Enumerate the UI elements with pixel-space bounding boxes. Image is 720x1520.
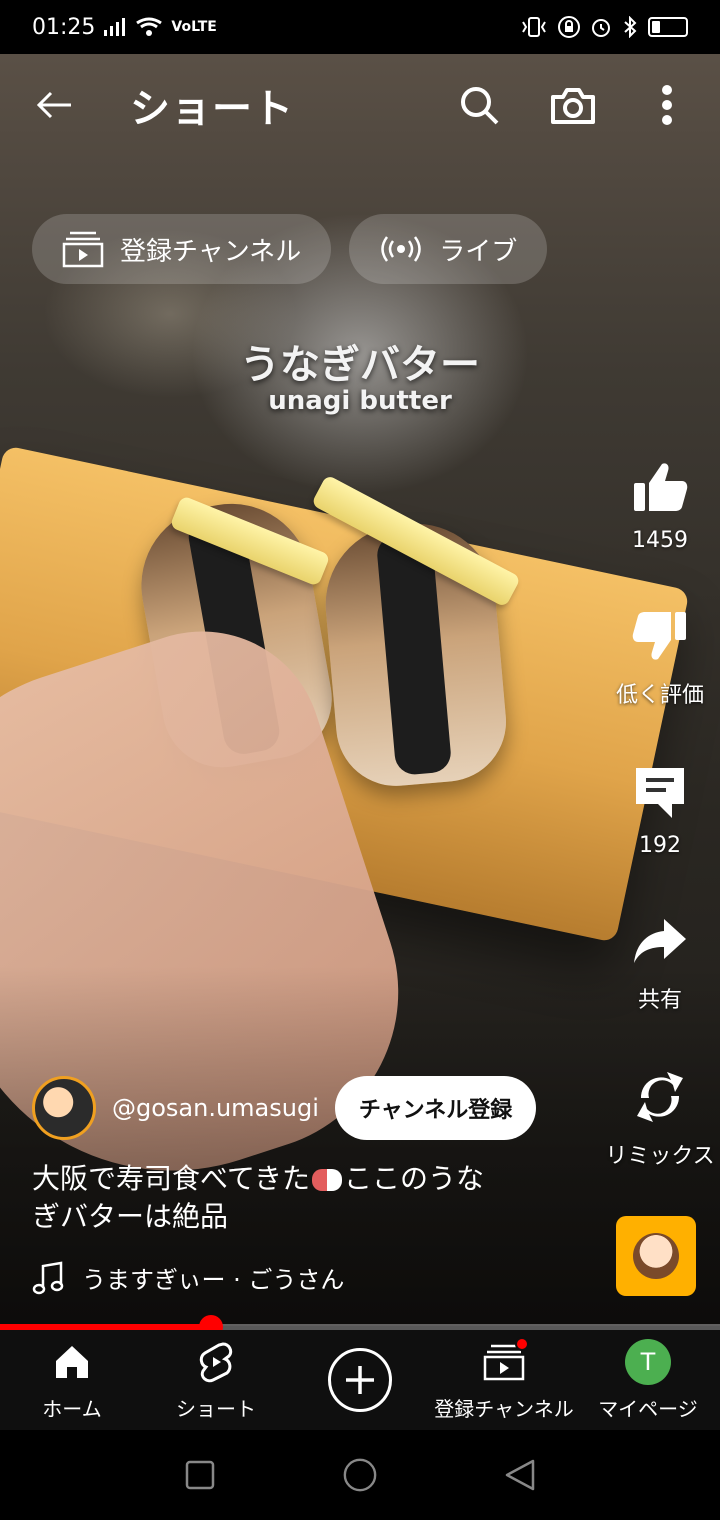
- nav-label: ショート: [176, 1396, 256, 1421]
- triangle-back-icon: [505, 1459, 535, 1491]
- chip-subscriptions[interactable]: 登録チャンネル: [32, 214, 332, 284]
- recents-button[interactable]: [182, 1457, 218, 1493]
- filter-chips: 登録チャンネル ライブ: [32, 214, 548, 284]
- top-actions: [456, 82, 690, 128]
- nav-subscriptions[interactable]: 登録チャンネル: [432, 1336, 576, 1422]
- channel-handle[interactable]: @gosan.umasugi: [112, 1094, 319, 1122]
- bottom-nav: ホーム ショート 登録チャンネル T マイページ: [0, 1330, 720, 1430]
- circle-icon: [343, 1458, 377, 1492]
- comment-count: 192: [639, 833, 681, 858]
- alarm-icon: [592, 19, 610, 37]
- share-icon: [629, 910, 691, 972]
- channel-avatar[interactable]: [32, 1076, 96, 1140]
- music-label: うますぎぃー · ごうさん: [82, 1266, 345, 1294]
- nav-create[interactable]: [288, 1348, 432, 1412]
- status-left: 01:25 VoLTE: [32, 15, 217, 40]
- music-note-icon: [32, 1261, 64, 1294]
- description-text-3: ぎバターは絶品: [32, 1200, 229, 1233]
- comment-icon: [629, 761, 691, 823]
- search-button[interactable]: [456, 82, 502, 128]
- nav-my-page[interactable]: T マイページ: [576, 1338, 720, 1422]
- avatar-icon: T: [625, 1338, 671, 1385]
- live-icon: [379, 234, 423, 264]
- create-icon: [328, 1348, 392, 1412]
- caption-en: unagi butter: [268, 386, 452, 416]
- share-label: 共有: [637, 988, 682, 1013]
- channel-row: @gosan.umasugi チャンネル登録: [32, 1076, 572, 1140]
- more-vert-icon: [662, 85, 672, 125]
- home-icon: [53, 1339, 91, 1385]
- like-count: 1459: [632, 528, 688, 553]
- back-system-button[interactable]: [502, 1457, 538, 1493]
- nav-label: 登録チャンネル: [434, 1396, 574, 1421]
- share-button[interactable]: 共有: [629, 910, 691, 1014]
- signal-icon: [104, 18, 126, 36]
- remix-button[interactable]: リミックス: [605, 1066, 715, 1170]
- video-description[interactable]: 大阪で寿司食べてきた ここのうな ぎバターは絶品: [32, 1160, 572, 1236]
- search-icon: [461, 87, 499, 125]
- shorts-icon: [199, 1339, 233, 1385]
- remix-thumbnail-image: [633, 1233, 679, 1279]
- system-nav: [0, 1430, 720, 1520]
- chip-label: ライブ: [439, 236, 518, 267]
- like-button[interactable]: 1459: [629, 456, 691, 553]
- network-type: VoLTE: [171, 19, 217, 35]
- subscriptions-icon: [62, 230, 104, 268]
- wifi-icon: [136, 17, 163, 36]
- top-bar: ショート: [0, 60, 720, 150]
- sushi-emoji-icon: [312, 1169, 343, 1191]
- chip-live[interactable]: ライブ: [349, 214, 548, 284]
- nav-home[interactable]: ホーム: [0, 1339, 144, 1422]
- camera-icon: [551, 88, 595, 124]
- action-rail: 1459 低く評価 192 共有 リミックス: [600, 456, 720, 1222]
- status-right: [520, 16, 688, 38]
- video-caption: うなぎバター unagi butter: [0, 332, 720, 416]
- nav-label: マイページ: [598, 1396, 698, 1421]
- chip-label: 登録チャンネル: [120, 236, 302, 267]
- camera-button[interactable]: [550, 82, 596, 128]
- bluetooth-icon: [624, 16, 637, 38]
- battery-icon: [648, 17, 688, 37]
- dislike-label: 低く評価: [615, 683, 704, 708]
- vibrate-icon: [522, 17, 546, 37]
- user-avatar-letter: T: [625, 1338, 671, 1385]
- square-icon: [185, 1460, 215, 1490]
- dislike-button[interactable]: 低く評価: [616, 605, 704, 709]
- description-text-2: ここのうな: [344, 1162, 485, 1195]
- caption-jp: うなぎバター: [240, 342, 480, 388]
- remix-icon: [629, 1066, 691, 1128]
- subscriptions-icon: [483, 1336, 529, 1385]
- comments-button[interactable]: 192: [629, 761, 691, 858]
- status-bar: 01:25 VoLTE: [0, 0, 720, 54]
- lock-icon: [558, 16, 580, 38]
- status-time: 01:25: [32, 14, 96, 40]
- nav-shorts[interactable]: ショート: [144, 1339, 288, 1422]
- back-button[interactable]: [30, 81, 78, 129]
- notification-dot: [515, 1336, 529, 1351]
- description-text-1: 大阪で寿司食べてきた: [32, 1162, 311, 1195]
- thumbs-down-icon: [629, 605, 691, 667]
- thumbs-up-icon: [629, 456, 691, 518]
- subscribe-button[interactable]: チャンネル登録: [334, 1076, 537, 1140]
- remix-label: リミックス: [605, 1144, 715, 1169]
- page-title: ショート: [130, 86, 294, 132]
- music-row[interactable]: うますぎぃー · ごうさん: [32, 1260, 344, 1295]
- more-options-button[interactable]: [644, 82, 690, 128]
- back-arrow-icon: [36, 91, 71, 119]
- remix-audio-thumbnail[interactable]: [616, 1216, 696, 1296]
- home-system-button[interactable]: [342, 1457, 378, 1493]
- nav-label: ホーム: [42, 1396, 102, 1421]
